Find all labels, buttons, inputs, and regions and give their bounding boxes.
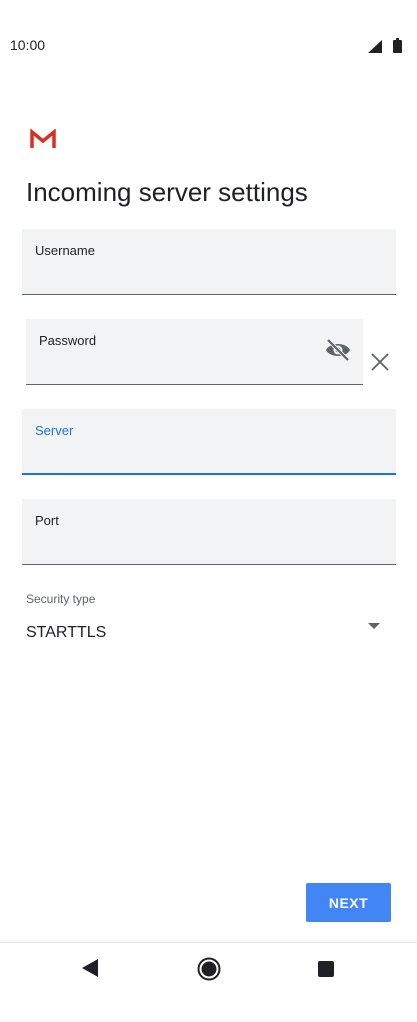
navigation-bar	[0, 942, 417, 1022]
server-input[interactable]	[35, 445, 349, 467]
password-input[interactable]	[39, 356, 316, 378]
gmail-icon	[30, 129, 56, 148]
security-type-label: Security type	[26, 592, 96, 606]
status-bar: 10:00	[0, 0, 417, 92]
next-button[interactable]: NEXT	[306, 883, 391, 922]
username-label: Username	[35, 243, 95, 258]
visibility-off-icon[interactable]	[325, 339, 351, 361]
server-field[interactable]: Server	[22, 409, 396, 475]
port-field[interactable]: Port	[22, 499, 396, 565]
security-type-dropdown[interactable]: STARTTLS	[22, 612, 396, 652]
page-title: Incoming server settings	[26, 177, 308, 207]
port-input[interactable]	[35, 536, 349, 558]
screen: 10:00 Incoming server settings Username …	[0, 0, 417, 1022]
dropdown-arrow-icon	[368, 623, 380, 629]
battery-icon	[393, 38, 402, 53]
password-field[interactable]: Password	[26, 319, 363, 385]
server-label: Server	[35, 423, 74, 438]
password-label: Password	[39, 333, 97, 348]
recents-icon[interactable]	[318, 961, 334, 977]
port-label: Port	[35, 513, 59, 528]
status-time: 10:00	[10, 37, 46, 53]
close-icon[interactable]	[370, 352, 390, 372]
username-input[interactable]	[35, 266, 349, 288]
security-type-value: STARTTLS	[26, 624, 107, 641]
username-field[interactable]: Username	[22, 229, 396, 295]
signal-icon	[368, 40, 382, 53]
back-icon[interactable]	[82, 959, 98, 977]
home-icon[interactable]	[197, 957, 221, 981]
